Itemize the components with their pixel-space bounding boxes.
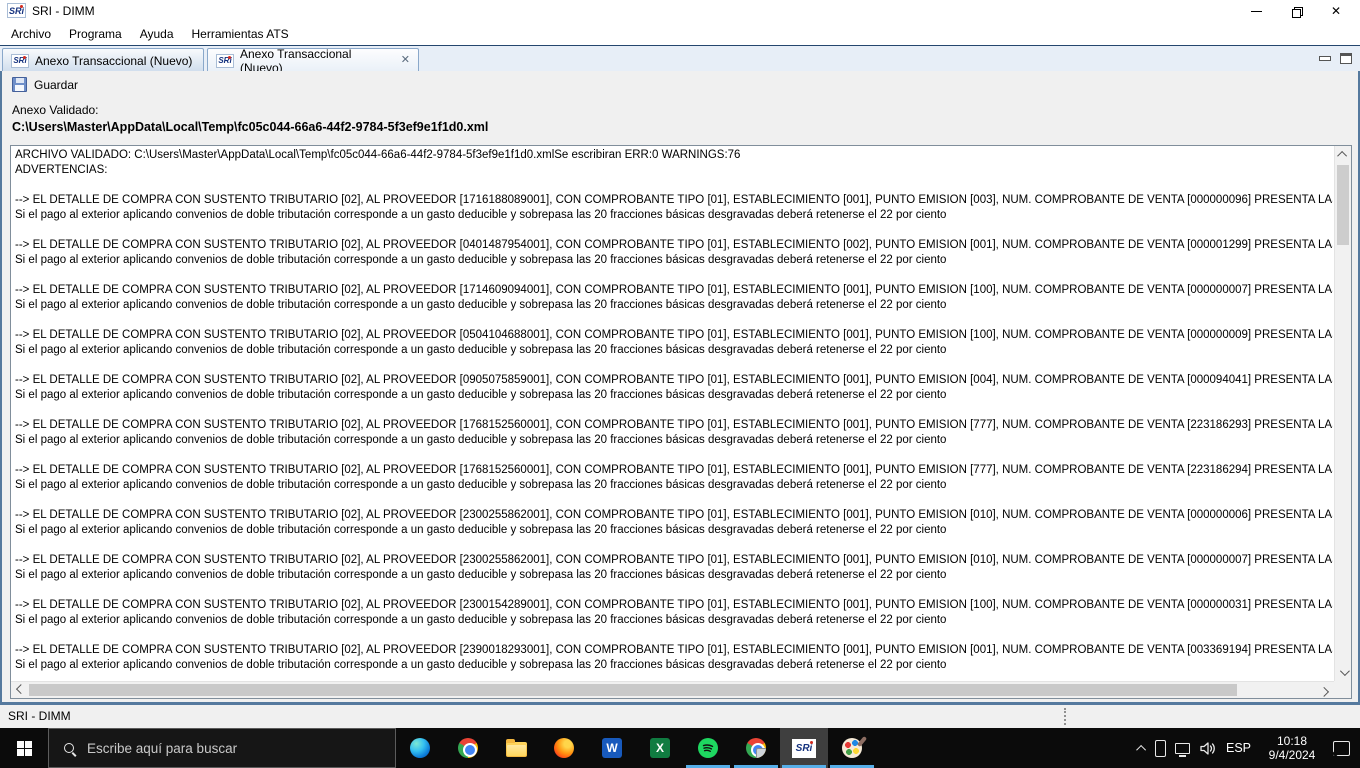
excel-icon: X — [650, 738, 670, 758]
sri-dimm-icon: SRi — [792, 738, 816, 758]
tab-anexo-transaccional-2[interactable]: SRi Anexo Transaccional (Nuevo) ✕ — [207, 47, 419, 75]
taskbar-excel[interactable]: X — [636, 728, 684, 768]
taskbar-file-explorer[interactable] — [492, 728, 540, 768]
taskbar-firefox[interactable] — [540, 728, 588, 768]
status-text: SRI - DIMM — [8, 709, 71, 723]
taskbar-search[interactable] — [48, 728, 396, 768]
minimize-icon — [1250, 10, 1262, 12]
taskbar-apps: W X SRi — [396, 728, 876, 768]
restore-button[interactable] — [1276, 0, 1316, 22]
screen: SRi SRI - DIMM ✕ Archivo Programa Ayuda … — [0, 0, 1360, 768]
tab-label: Anexo Transaccional (Nuevo) — [35, 53, 193, 68]
chevron-down-icon — [1339, 666, 1350, 677]
chevron-right-icon — [1319, 686, 1330, 697]
speaker-icon[interactable] — [1199, 741, 1217, 756]
horizontal-scroll-thumb[interactable] — [29, 684, 1237, 696]
taskbar-paint[interactable] — [828, 728, 876, 768]
minimize-view-icon[interactable] — [1319, 54, 1331, 63]
paint-icon — [842, 738, 862, 758]
word-icon: W — [602, 738, 622, 758]
scroll-up-button[interactable] — [1335, 146, 1352, 163]
edge-icon — [410, 738, 430, 758]
tray-time: 10:18 — [1276, 734, 1308, 748]
scrollbar-corner — [1334, 681, 1351, 698]
anexo-validado-label: Anexo Validado: — [12, 103, 99, 117]
minimize-button[interactable] — [1236, 0, 1276, 22]
menu-programa[interactable]: Programa — [60, 24, 131, 44]
validation-log[interactable]: ARCHIVO VALIDADO: C:\Users\Master\AppDat… — [15, 148, 1333, 680]
window-title: SRI - DIMM — [32, 4, 95, 18]
restore-icon — [1291, 6, 1303, 18]
network-icon[interactable] — [1174, 742, 1190, 757]
taskbar-sri-dimm[interactable]: SRi — [780, 728, 828, 768]
tab-close-icon[interactable]: ✕ — [401, 55, 410, 66]
taskbar: W X SRi — [0, 728, 1360, 768]
taskbar-chrome-profile[interactable] — [732, 728, 780, 768]
menu-archivo[interactable]: Archivo — [2, 24, 60, 44]
scroll-down-button[interactable] — [1335, 664, 1352, 681]
guardar-button[interactable]: Guardar — [12, 77, 78, 92]
app-icon: SRi — [7, 3, 26, 18]
tabstrip: SRi Anexo Transaccional (Nuevo) SRi Anex… — [0, 45, 1360, 75]
phone-icon[interactable] — [1154, 739, 1166, 757]
start-button[interactable] — [0, 728, 48, 768]
close-button[interactable]: ✕ — [1316, 0, 1356, 22]
window-controls: ✕ — [1236, 0, 1356, 22]
search-input[interactable] — [87, 740, 347, 756]
client-area: Guardar Anexo Validado: C:\Users\Master\… — [0, 71, 1360, 705]
maximize-view-icon[interactable] — [1340, 53, 1352, 64]
file-explorer-icon — [505, 739, 527, 757]
validated-file-path: C:\Users\Master\AppData\Local\Temp\fc05c… — [12, 120, 489, 134]
validation-log-box: ARCHIVO VALIDADO: C:\Users\Master\AppDat… — [10, 145, 1352, 699]
language-indicator[interactable]: ESP — [1226, 741, 1251, 755]
menubar: Archivo Programa Ayuda Herramientas ATS — [0, 22, 1360, 45]
scroll-right-button[interactable] — [1317, 682, 1334, 699]
taskbar-edge[interactable] — [396, 728, 444, 768]
vertical-scrollbar[interactable] — [1334, 146, 1351, 681]
search-icon — [64, 743, 74, 753]
menu-ayuda[interactable]: Ayuda — [131, 24, 183, 44]
guardar-label: Guardar — [34, 77, 79, 92]
tray-date: 9/4/2024 — [1268, 748, 1316, 762]
horizontal-scrollbar[interactable] — [11, 681, 1334, 698]
chrome-profile-icon — [746, 738, 766, 758]
sri-tab-icon: SRi — [11, 53, 29, 68]
chrome-icon — [458, 738, 478, 758]
titlebar: SRi SRI - DIMM ✕ — [0, 0, 1360, 22]
status-divider — [1064, 708, 1066, 725]
vertical-scroll-thumb[interactable] — [1337, 165, 1349, 245]
close-icon: ✕ — [1330, 4, 1342, 18]
view-buttons — [1319, 53, 1352, 64]
action-center-icon[interactable] — [1333, 740, 1350, 756]
system-tray: ESP 10:18 9/4/2024 — [1136, 728, 1360, 768]
menu-herramientas-ats[interactable]: Herramientas ATS — [183, 24, 298, 44]
firefox-icon — [554, 738, 574, 758]
taskbar-spotify[interactable] — [684, 728, 732, 768]
scroll-left-button[interactable] — [11, 682, 28, 699]
clock[interactable]: 10:18 9/4/2024 — [1260, 734, 1324, 762]
spotify-icon — [698, 738, 718, 758]
chevron-left-icon — [15, 684, 26, 695]
save-icon — [12, 77, 27, 92]
taskbar-chrome[interactable] — [444, 728, 492, 768]
tray-chevron-up-icon[interactable] — [1136, 744, 1147, 755]
tab-anexo-transaccional-1[interactable]: SRi Anexo Transaccional (Nuevo) — [2, 48, 204, 72]
chevron-up-icon — [1337, 150, 1348, 161]
sri-tab-icon: SRi — [216, 53, 234, 68]
windows-logo-icon — [16, 740, 32, 756]
taskbar-word[interactable]: W — [588, 728, 636, 768]
statusbar: SRI - DIMM — [0, 705, 1360, 728]
